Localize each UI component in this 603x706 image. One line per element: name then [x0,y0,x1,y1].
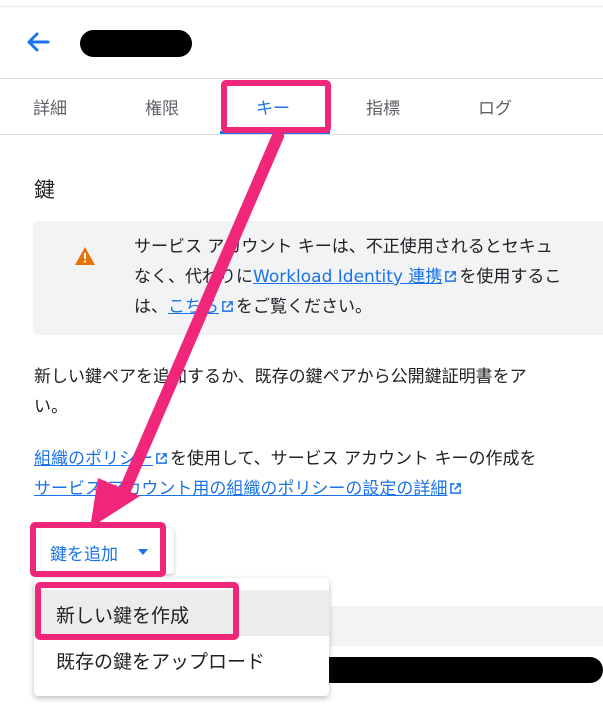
keys-table-header [330,606,603,646]
highlight-box-create-key [35,582,239,640]
tab-metrics[interactable]: 指標 [366,94,400,119]
external-link-icon [445,271,457,282]
policy-text: を使用して、サービス アカウント キーの作成を [170,449,537,469]
warning-icon [74,246,96,266]
policy-line-2: サービス アカウント用の組織のポリシーの設定の詳細 [34,478,464,500]
section-title: 鍵 [34,178,55,202]
banner-line-3: は、こちら をご覧ください。 [134,296,372,318]
policy-line-1: 組織のポリシー を使用して、サービス アカウント キーの作成を [34,448,536,470]
menu-item-upload-existing-key[interactable]: 既存の鍵をアップロード [34,638,329,684]
org-policy-details-link[interactable]: サービス アカウント用の組織のポリシーの設定の詳細 [34,479,447,499]
org-policy-link[interactable]: 組織のポリシー [34,449,153,469]
description-line-1: 新しい鍵ペアを追加するか、既存の鍵ペアから公開鍵証明書をア [34,367,527,387]
tab-logs[interactable]: ログ [478,94,512,119]
arrow-left-icon [27,32,50,52]
banner-line-1: サービス アカウント キーは、不正使用されるとセキュ [134,237,553,257]
redacted-title [80,30,192,57]
banner-text: を使用するこ [459,267,562,287]
external-link-icon [156,453,167,464]
description-line-2: い。 [34,397,68,417]
external-link-icon [222,301,233,312]
workload-identity-link[interactable]: Workload Identity 連携 [253,267,442,287]
external-link-icon [450,483,462,494]
highlight-box-add-key [30,522,166,577]
tabs-divider [0,134,603,135]
tab-permissions[interactable]: 権限 [145,94,179,119]
banner-text: は、 [134,297,168,317]
tab-details[interactable]: 詳細 [33,94,67,119]
banner-line-2: なく、代わりにWorkload Identity 連携 を使用するこ [134,266,561,288]
header-divider [0,78,603,79]
banner-text: をご覧ください。 [236,297,372,317]
redacted-key-row [318,657,603,683]
banner-text: なく、代わりに [134,267,253,287]
here-link[interactable]: こちら [168,297,219,317]
back-button[interactable] [22,28,56,56]
top-divider [0,6,603,7]
menu-item-label: 既存の鍵をアップロード [56,651,266,673]
highlight-box-keys-tab [221,80,331,133]
